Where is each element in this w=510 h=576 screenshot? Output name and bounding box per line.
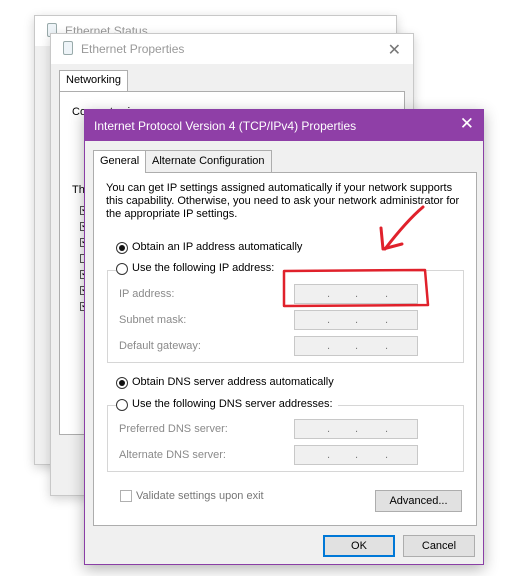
ipv4-properties-dialog: Internet Protocol Version 4 (TCP/IPv4) P… [84, 109, 484, 565]
radio-label: Obtain an IP address automatically [132, 241, 303, 253]
radio-label: Use the following IP address: [132, 262, 277, 274]
default-gateway-input[interactable]: ... [294, 336, 418, 356]
radio-button[interactable] [116, 399, 128, 411]
subnet-mask-input[interactable]: ... [294, 310, 418, 330]
preferred-dns-label: Preferred DNS server: [119, 423, 228, 435]
alternate-dns-label: Alternate DNS server: [119, 449, 226, 461]
component-list-label: Th [72, 184, 85, 196]
use-following-dns-radio[interactable]: Use the following DNS server addresses: [116, 398, 338, 414]
tab-networking[interactable]: Networking [59, 70, 129, 91]
obtain-dns-auto-radio[interactable]: Obtain DNS server address automatically [116, 376, 346, 392]
validate-settings-checkbox[interactable]: Validate settings upon exit [120, 490, 290, 504]
ip-address-label: IP address: [119, 288, 175, 300]
checkbox-label: Validate settings upon exit [136, 490, 264, 502]
tab-general[interactable]: General [93, 150, 147, 173]
radio-button[interactable] [116, 242, 128, 254]
use-following-ip-radio[interactable]: Use the following IP address: [116, 262, 286, 278]
ip-address-input[interactable]: ... [294, 284, 418, 304]
radio-label: Obtain DNS server address automatically [132, 376, 334, 388]
radio-button[interactable] [116, 263, 128, 275]
close-icon[interactable]: ✕ [460, 114, 474, 134]
ethernet-properties-title: Ethernet Properties [81, 42, 185, 56]
tab-alternate-configuration[interactable]: Alternate Configuration [145, 150, 272, 172]
close-icon[interactable]: ✕ [388, 40, 401, 60]
advanced-button[interactable]: Advanced... [375, 490, 462, 512]
subnet-mask-label: Subnet mask: [119, 314, 187, 326]
alternate-dns-input[interactable]: ... [294, 445, 418, 465]
network-adapter-icon [63, 41, 73, 55]
ok-button[interactable]: OK [323, 535, 395, 557]
ethernet-properties-titlebar: Ethernet Properties ✕ [51, 34, 413, 64]
dialog-titlebar: Internet Protocol Version 4 (TCP/IPv4) P… [85, 110, 483, 141]
dialog-title: Internet Protocol Version 4 (TCP/IPv4) P… [94, 119, 357, 133]
description-text: You can get IP settings assigned automat… [106, 182, 460, 220]
checkbox[interactable] [120, 490, 132, 502]
preferred-dns-input[interactable]: ... [294, 419, 418, 439]
default-gateway-label: Default gateway: [119, 340, 201, 352]
radio-label: Use the following DNS server addresses: [132, 398, 335, 410]
radio-button[interactable] [116, 377, 128, 389]
obtain-ip-auto-radio[interactable]: Obtain an IP address automatically [116, 241, 316, 257]
cancel-button[interactable]: Cancel [403, 535, 475, 557]
